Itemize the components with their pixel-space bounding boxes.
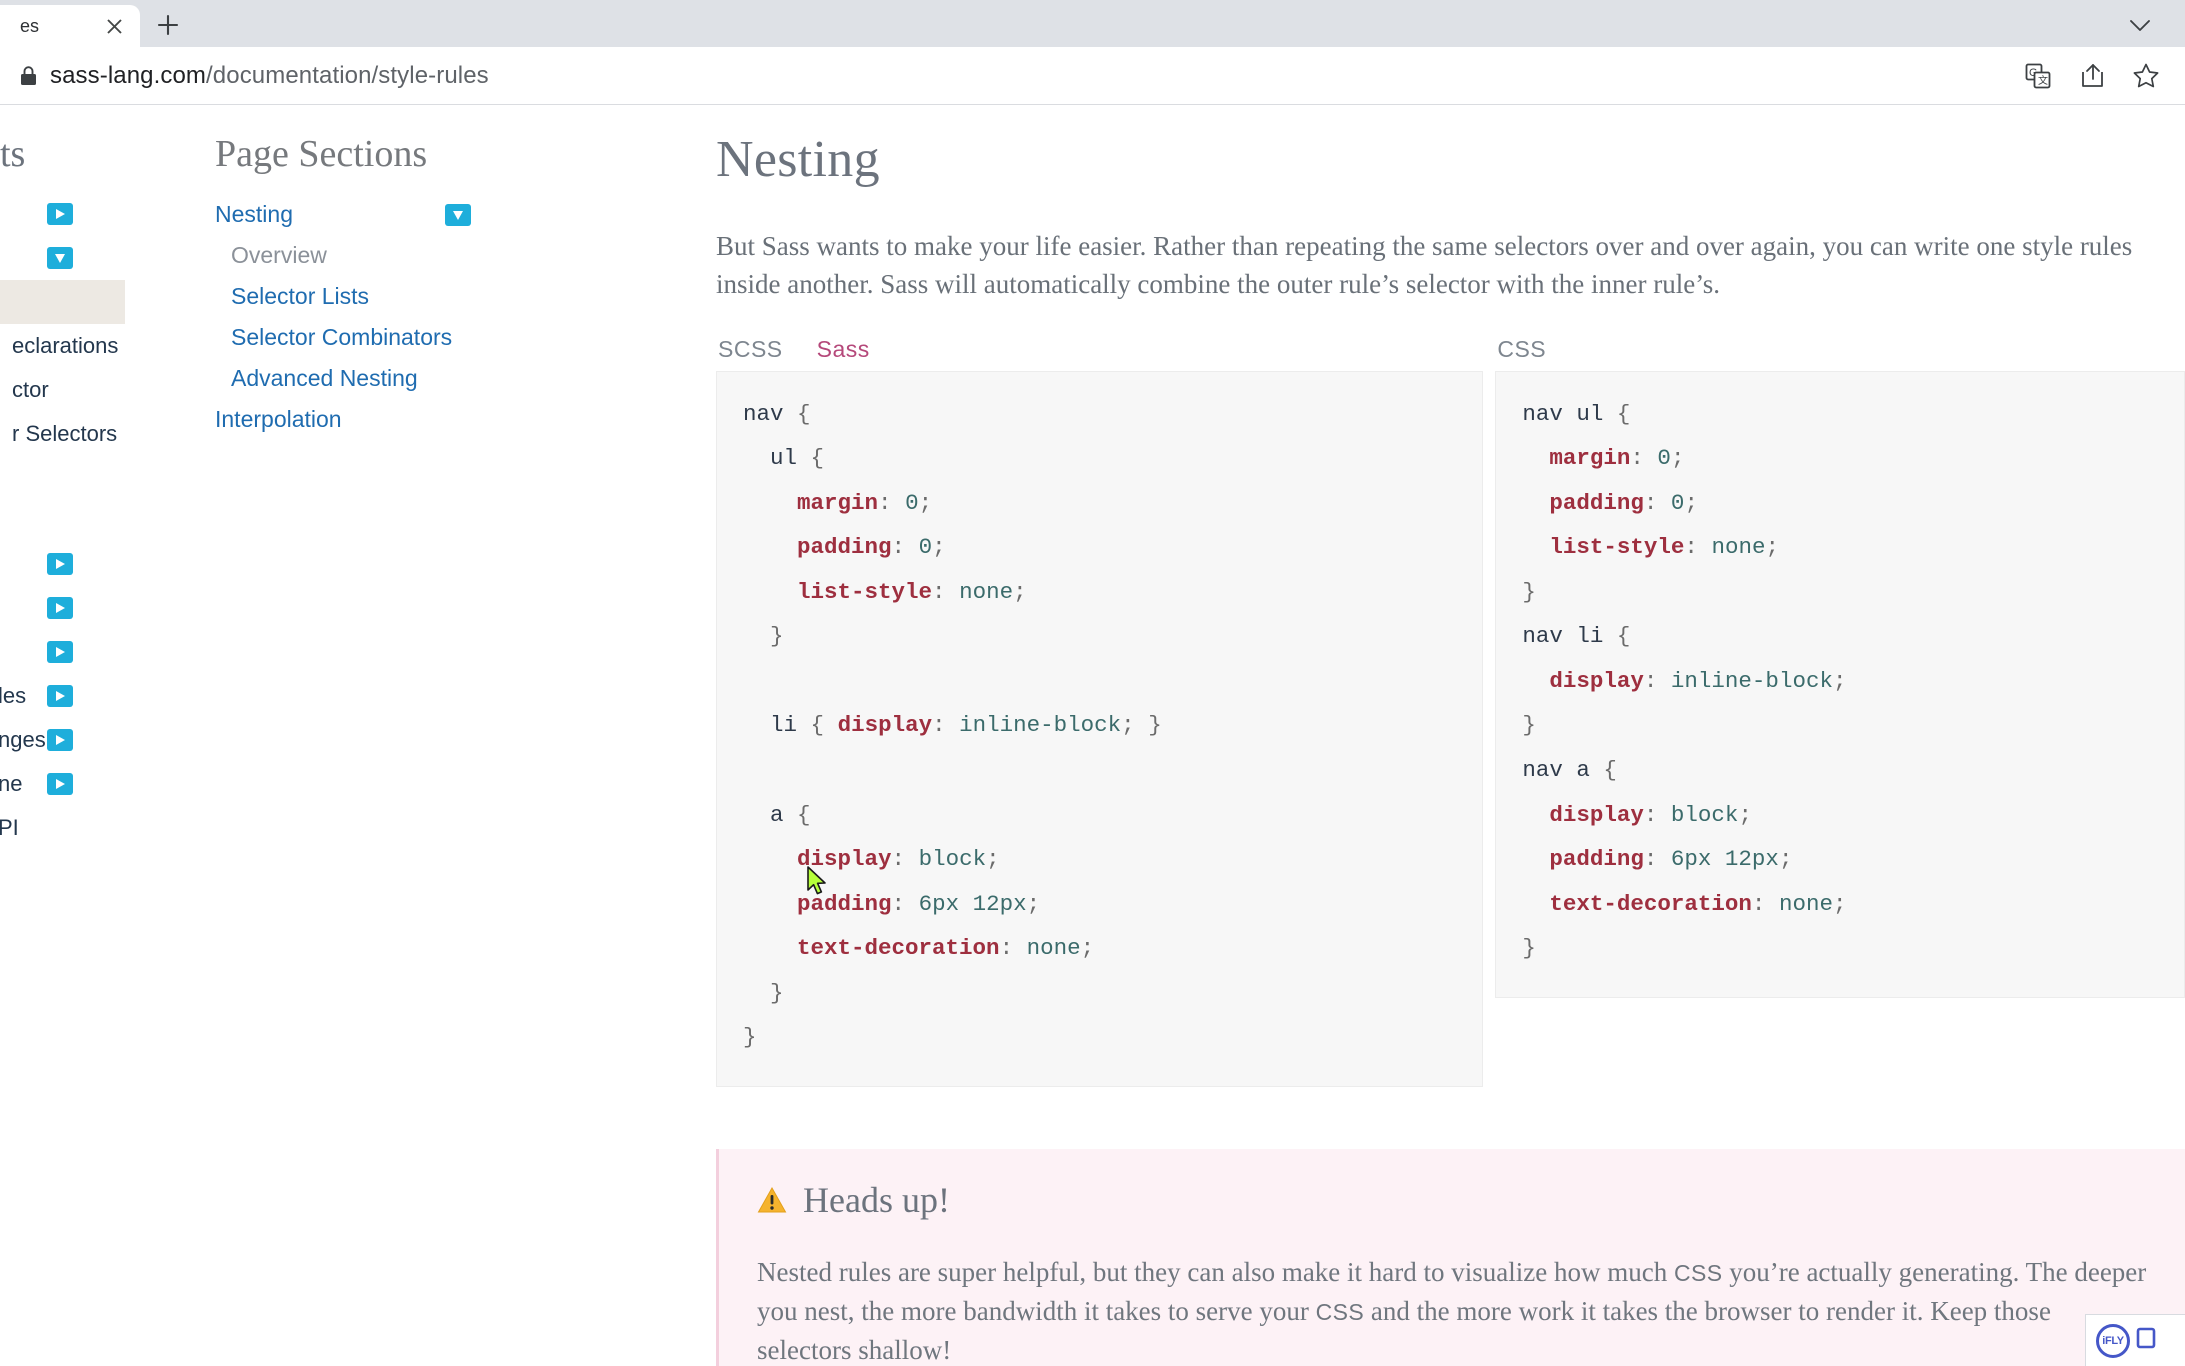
sidebar-item-label: r Selectors bbox=[12, 421, 118, 446]
svg-text:文: 文 bbox=[2038, 74, 2048, 87]
play-down-icon[interactable] bbox=[47, 247, 73, 269]
source-code: nav { ul { margin: 0; padding: 0; list-s… bbox=[743, 400, 1162, 1051]
output-code: nav ul { margin: 0; padding: 0; list-sty… bbox=[1522, 400, 1847, 962]
page-section-label: Advanced Nesting bbox=[231, 365, 418, 391]
ifly-logo: iFLY bbox=[2096, 1323, 2130, 1358]
play-right-icon[interactable] bbox=[47, 553, 73, 575]
page-section-label: Selector Combinators bbox=[231, 324, 453, 350]
omnibox-path: /documentation/style-rules bbox=[206, 61, 489, 89]
share-icon[interactable] bbox=[2075, 59, 2109, 93]
omnibox-domain: sass-lang.com bbox=[50, 61, 207, 89]
play-right-icon[interactable] bbox=[47, 641, 73, 663]
toolbar-icon-group: G 文 bbox=[2021, 59, 2185, 93]
sidebar-item-active[interactable] bbox=[0, 280, 125, 324]
play-right-icon[interactable] bbox=[47, 597, 73, 619]
code-tab-group-output: CSS bbox=[1495, 336, 2185, 371]
sidebar-item[interactable]: nges bbox=[0, 718, 125, 762]
page-sections-nav: Page Sections Nesting Overview Selector … bbox=[215, 106, 715, 440]
code-block-output: nav ul { margin: 0; padding: 0; list-sty… bbox=[1495, 370, 2185, 998]
play-down-icon[interactable] bbox=[445, 204, 471, 226]
page-section-label: Selector Lists bbox=[231, 283, 370, 309]
code-block-source: nav { ul { margin: 0; padding: 0; list-s… bbox=[716, 370, 1484, 1087]
sidebar-item[interactable] bbox=[0, 630, 125, 674]
sidebar-item[interactable] bbox=[0, 236, 125, 280]
code-tab-group-source: SCSS Sass bbox=[716, 336, 1483, 371]
inline-code-css-1: CSS bbox=[1673, 1259, 1723, 1286]
page-section-overview[interactable]: Overview bbox=[215, 235, 715, 276]
inline-code-css-2: CSS bbox=[1315, 1299, 1365, 1325]
close-icon[interactable] bbox=[100, 12, 128, 40]
code-column-output: CSS nav ul { margin: 0; padding: 0; list… bbox=[1495, 336, 2185, 1087]
page-viewport: ts eclarations ctor r Selectors les nges… bbox=[0, 106, 2185, 1366]
code-column-source: SCSS Sass nav { ul { margin: 0; padding:… bbox=[716, 336, 1484, 1087]
sidebar-item[interactable]: les bbox=[0, 674, 125, 718]
callout-title: Heads up! bbox=[803, 1179, 950, 1220]
page-section-label: Overview bbox=[231, 242, 327, 268]
translate-icon[interactable]: G 文 bbox=[2021, 59, 2055, 93]
page-section-selector-combinators[interactable]: Selector Combinators bbox=[215, 317, 715, 358]
doc-icon[interactable] bbox=[2136, 1327, 2156, 1355]
sidebar-item[interactable]: PI bbox=[0, 806, 125, 850]
browser-toolbar: sass-lang.com/documentation/style-rules … bbox=[0, 47, 2185, 105]
page-title: Nesting bbox=[716, 131, 880, 188]
sidebar-item[interactable]: ctor bbox=[0, 368, 125, 412]
sidebar-item[interactable] bbox=[0, 586, 125, 630]
callout-body: Nested rules are super helpful, but they… bbox=[757, 1253, 2147, 1366]
warning-icon bbox=[757, 1186, 787, 1214]
page-sections-list: Nesting Overview Selector Lists Selector… bbox=[215, 194, 715, 440]
sidebar-item-label: eclarations bbox=[12, 333, 119, 358]
heads-up-callout: Heads up! Nested rules are super helpful… bbox=[716, 1148, 2185, 1366]
play-right-icon[interactable] bbox=[47, 729, 73, 751]
page-section-label: Nesting bbox=[215, 201, 293, 227]
new-tab-button[interactable] bbox=[148, 5, 188, 45]
tab-css[interactable]: CSS bbox=[1497, 336, 1546, 363]
play-right-icon[interactable] bbox=[47, 773, 73, 795]
star-icon[interactable] bbox=[2129, 59, 2163, 93]
tab-strip: es bbox=[0, 0, 2185, 47]
main-content: Nesting But Sass wants to make your life… bbox=[716, 106, 2185, 1366]
page-section-label: Interpolation bbox=[215, 406, 342, 432]
sidebar-item[interactable]: eclarations bbox=[0, 324, 125, 368]
play-right-icon[interactable] bbox=[47, 203, 73, 225]
callout-text-1: Nested rules are super helpful, but they… bbox=[757, 1256, 1674, 1287]
play-right-icon[interactable] bbox=[47, 685, 73, 707]
address-bar[interactable]: sass-lang.com/documentation/style-rules bbox=[50, 62, 2021, 90]
page-section-advanced-nesting[interactable]: Advanced Nesting bbox=[215, 358, 715, 399]
sidebar-item[interactable] bbox=[0, 192, 125, 236]
docs-sidebar: ts eclarations ctor r Selectors les nges… bbox=[0, 106, 125, 1366]
lock-icon bbox=[14, 62, 42, 90]
tab-title: es bbox=[20, 15, 40, 36]
docs-sidebar-title: ts bbox=[0, 133, 26, 175]
sidebar-item[interactable] bbox=[0, 542, 125, 586]
code-example: SCSS Sass nav { ul { margin: 0; padding:… bbox=[716, 336, 2185, 1087]
ifly-widget[interactable]: iFLY bbox=[2085, 1314, 2185, 1366]
callout-header: Heads up! bbox=[757, 1179, 2147, 1221]
page-section-selector-lists[interactable]: Selector Lists bbox=[215, 276, 715, 317]
sidebar-item-label: ctor bbox=[12, 377, 49, 402]
intro-paragraph: But Sass wants to make your life easier.… bbox=[716, 231, 2133, 300]
page-section-nesting[interactable]: Nesting bbox=[215, 194, 715, 235]
sidebar-item-label: PI bbox=[0, 815, 19, 840]
sidebar-item[interactable]: r Selectors bbox=[0, 412, 125, 456]
tab-scss[interactable]: SCSS bbox=[718, 336, 783, 363]
chevron-down-icon[interactable] bbox=[2117, 5, 2163, 47]
page-section-interpolation[interactable]: Interpolation bbox=[215, 399, 715, 440]
tab-sass[interactable]: Sass bbox=[817, 336, 870, 363]
sidebar-item[interactable]: ne bbox=[0, 762, 125, 806]
page-sections-title: Page Sections bbox=[215, 133, 428, 175]
browser-window: es sass-lang.com/documentation/style-rul… bbox=[0, 0, 2185, 1366]
browser-tab[interactable]: es bbox=[0, 5, 140, 47]
